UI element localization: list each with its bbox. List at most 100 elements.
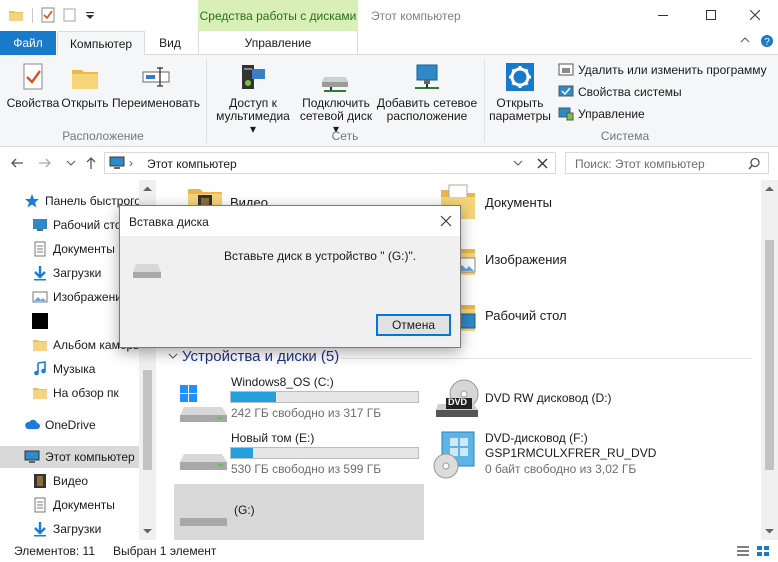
devices-section-header[interactable]: Устройства и диски (5) xyxy=(182,348,339,365)
nav-label: Загрузки xyxy=(53,266,102,280)
chevron-down-icon[interactable] xyxy=(82,7,98,23)
computer-management-button[interactable]: Управление xyxy=(558,106,645,122)
folder-images[interactable]: Изображения xyxy=(485,252,567,267)
details-view-icon[interactable] xyxy=(736,545,750,557)
close-icon[interactable] xyxy=(440,215,452,227)
address-dropdown-icon[interactable] xyxy=(513,160,523,167)
nav-review-folder[interactable]: На обзор пк xyxy=(0,382,156,404)
computer-icon xyxy=(109,156,125,169)
gear-icon xyxy=(506,63,534,91)
status-bar: Элементов: 11 Выбран 1 элемент xyxy=(0,540,778,562)
media-access-button[interactable]: Доступ к мультимедиа ▾ xyxy=(212,61,294,136)
uninstall-program-button[interactable]: Удалить или изменить программу xyxy=(558,62,767,78)
maximize-button[interactable] xyxy=(688,0,734,30)
tab-manage[interactable]: Управление xyxy=(198,31,358,55)
collapse-section-chevron-icon[interactable] xyxy=(168,353,178,361)
properties-check-icon[interactable] xyxy=(40,7,56,23)
folder-documents[interactable]: Документы xyxy=(485,195,552,210)
new-folder-icon[interactable] xyxy=(62,7,78,23)
scroll-up-icon[interactable] xyxy=(765,186,774,192)
search-box[interactable]: Поиск: Этот компьютер xyxy=(565,152,769,174)
nav-music[interactable]: Музыка xyxy=(0,358,156,380)
dialog-title-bar: Вставка диска xyxy=(120,206,460,236)
search-icon[interactable] xyxy=(748,157,761,170)
drive-c-name[interactable]: Windows8_OS (C:) xyxy=(231,375,334,389)
content-scrollbar[interactable] xyxy=(761,180,778,540)
windows-drive-icon[interactable] xyxy=(178,383,230,423)
open-settings-button[interactable]: Открыть параметры xyxy=(488,61,552,123)
nav-label: Изображения xyxy=(53,290,129,304)
search-input[interactable]: Поиск: Этот компьютер xyxy=(575,157,705,171)
selection-count: Выбран 1 элемент xyxy=(113,544,217,558)
cancel-button[interactable]: Отмена xyxy=(376,314,451,336)
dvd-disc-installer-icon[interactable] xyxy=(432,430,478,480)
open-button[interactable]: Открыть xyxy=(60,61,110,110)
nav-scroll-thumb[interactable] xyxy=(143,370,152,470)
nav-label: Видео xyxy=(53,474,89,488)
recent-locations-chevron-icon[interactable] xyxy=(66,159,76,167)
address-bar[interactable]: › Этот компьютер xyxy=(104,152,556,174)
desktop-icon xyxy=(33,219,47,231)
drive-e-name[interactable]: Новый том (E:) xyxy=(231,431,314,445)
nav-label: OneDrive xyxy=(45,418,96,432)
nav-this-pc[interactable]: Этот компьютер xyxy=(0,446,156,468)
media-server-icon xyxy=(242,65,265,89)
nav-label: Документы xyxy=(53,242,115,256)
hard-drive-icon xyxy=(133,264,161,278)
folder-icon xyxy=(33,340,47,351)
nav-downloads-2[interactable]: Загрузки xyxy=(0,518,156,540)
tiles-view-icon[interactable] xyxy=(756,545,770,557)
add-location-label-1: Добавить сетевое xyxy=(376,96,478,110)
hard-drive-icon[interactable] xyxy=(178,494,230,534)
add-network-location-button[interactable]: Добавить сетевое расположение xyxy=(376,61,478,123)
map-drive-label-2: сетевой диск xyxy=(299,109,373,123)
nav-label: Этот компьютер xyxy=(45,450,135,464)
system-properties-button[interactable]: Свойства системы xyxy=(558,84,682,100)
clear-address-icon[interactable] xyxy=(537,158,548,169)
system-properties-label: Свойства системы xyxy=(578,85,682,99)
media-access-label-1: Доступ к xyxy=(229,96,277,110)
drive-d-name[interactable]: DVD RW дисковод (D:) xyxy=(485,391,612,405)
folder-desktop[interactable]: Рабочий стол xyxy=(485,308,567,323)
scroll-down-icon[interactable] xyxy=(143,528,152,534)
minimize-button[interactable] xyxy=(640,0,686,30)
address-path[interactable]: Этот компьютер xyxy=(147,157,237,171)
folder-icon[interactable] xyxy=(8,7,24,23)
black-square-icon xyxy=(32,313,48,329)
drive-c-usage-bar xyxy=(230,391,419,403)
back-arrow-icon[interactable] xyxy=(10,156,24,170)
rename-icon xyxy=(142,67,170,87)
rename-button[interactable]: Переименовать xyxy=(112,61,200,110)
map-network-drive-button[interactable]: Подключить сетевой диск ▾ xyxy=(296,61,376,136)
close-window-button[interactable] xyxy=(732,0,778,30)
close-icon xyxy=(750,10,760,20)
nav-onedrive[interactable]: OneDrive xyxy=(0,414,156,436)
add-location-label-2: расположение xyxy=(386,109,468,123)
drive-f-name[interactable]: DVD-дисковод (F:) xyxy=(485,431,588,445)
nav-video[interactable]: Видео xyxy=(0,470,156,492)
group-label-location: Расположение xyxy=(62,129,144,143)
help-icon[interactable]: ? xyxy=(760,34,774,48)
group-label-system: Система xyxy=(600,129,650,143)
properties-button[interactable]: Свойства xyxy=(6,61,60,110)
content-scroll-thumb[interactable] xyxy=(765,240,774,470)
breadcrumb-separator-icon[interactable]: › xyxy=(129,156,133,170)
scroll-up-icon[interactable] xyxy=(143,186,152,192)
forward-arrow-icon[interactable] xyxy=(38,156,52,170)
hard-drive-icon[interactable] xyxy=(178,438,230,478)
tab-computer[interactable]: Компьютер xyxy=(57,31,145,56)
scroll-down-icon[interactable] xyxy=(765,528,774,534)
tab-view[interactable]: Вид xyxy=(145,31,195,55)
drive-g-name[interactable]: (G:) xyxy=(234,503,255,517)
media-access-label-2: мультимедиа xyxy=(216,109,290,123)
nav-label: Музыка xyxy=(53,362,96,376)
drive-f-free-space: 0 байт свободно из 3,02 ГБ xyxy=(485,462,637,476)
collapse-ribbon-icon[interactable] xyxy=(740,35,750,45)
up-arrow-icon[interactable] xyxy=(84,156,98,170)
drive-c-free-space: 242 ГБ свободно из 317 ГБ xyxy=(231,406,382,420)
nav-documents-2[interactable]: Документы xyxy=(0,494,156,516)
music-note-icon xyxy=(34,361,46,376)
ribbon-tabs: Файл Компьютер Вид Управление ? xyxy=(0,31,778,56)
tab-file[interactable]: Файл xyxy=(0,31,56,55)
separator xyxy=(32,8,33,23)
